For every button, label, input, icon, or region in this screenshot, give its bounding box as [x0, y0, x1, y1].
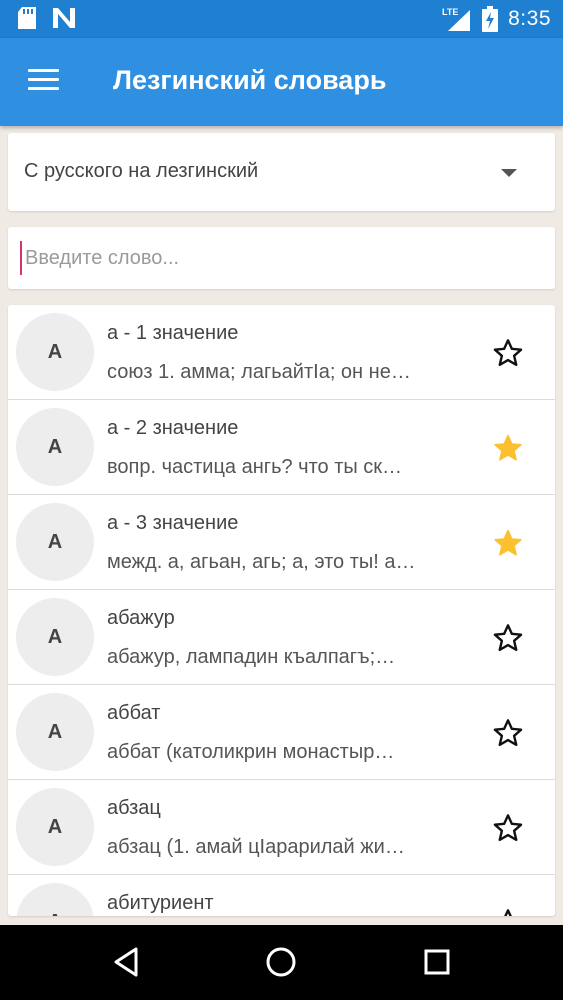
- battery-charging-icon: [482, 6, 499, 32]
- entry-word: аббат: [107, 702, 161, 724]
- list-item[interactable]: А а - 3 значение межд. а, агьан, агь; а,…: [8, 495, 555, 590]
- entry-definition: аббат (католикрин монастыр…: [107, 741, 395, 763]
- star-outline-icon[interactable]: [492, 337, 524, 369]
- entry-word: а - 3 значение: [107, 512, 239, 534]
- dropdown-caret-icon: [501, 169, 517, 177]
- search-box: [8, 227, 555, 289]
- avatar: А: [16, 503, 94, 581]
- list-item[interactable]: А абитуриент: [8, 875, 555, 916]
- entry-definition: союз 1. амма; лагьайтIа; он не…: [107, 361, 411, 383]
- word-list: А а - 1 значение союз 1. амма; лагьайтIа…: [8, 305, 555, 916]
- avatar: А: [16, 883, 94, 916]
- navigation-bar: [0, 925, 563, 1000]
- sd-card-icon: [18, 7, 36, 29]
- entry-definition: абажур, лампадин къалпагъ;…: [107, 646, 396, 668]
- star-outline-icon[interactable]: [492, 622, 524, 654]
- star-outline-icon[interactable]: [492, 812, 524, 844]
- entry-word: а - 1 значение: [107, 322, 239, 344]
- list-item[interactable]: А а - 2 значение вопр. частица ангь? что…: [8, 400, 555, 495]
- avatar: А: [16, 693, 94, 771]
- star-outline-icon[interactable]: [492, 717, 524, 749]
- app-title: Лезгинский словарь: [113, 65, 387, 95]
- list-item[interactable]: А абажур абажур, лампадин къалпагъ;…: [8, 590, 555, 685]
- avatar: А: [16, 313, 94, 391]
- star-filled-icon[interactable]: [492, 432, 524, 464]
- list-item[interactable]: А аббат аббат (католикрин монастыр…: [8, 685, 555, 780]
- entry-word: абажур: [107, 607, 175, 629]
- direction-selected-value: С русского на лезгинский: [24, 160, 259, 182]
- app-bar: Лезгинский словарь: [0, 38, 563, 126]
- svg-text:LTE: LTE: [442, 7, 458, 17]
- avatar: А: [16, 408, 94, 486]
- recents-square-icon[interactable]: [423, 946, 451, 978]
- lte-signal-icon: LTE: [442, 7, 471, 31]
- search-input[interactable]: [20, 241, 530, 275]
- home-circle-icon[interactable]: [265, 946, 297, 978]
- direction-dropdown[interactable]: С русского на лезгинский: [8, 133, 555, 211]
- status-bar: LTE 8:35: [0, 0, 563, 38]
- list-item[interactable]: А абзац абзац (1. амай цIарарилай жи…: [8, 780, 555, 875]
- star-outline-icon[interactable]: [492, 907, 524, 916]
- list-item[interactable]: А а - 1 значение союз 1. амма; лагьайтIа…: [8, 305, 555, 400]
- entry-definition: вопр. частица ангь? что ты ск…: [107, 456, 403, 478]
- entry-word: а - 2 значение: [107, 417, 239, 439]
- star-filled-icon[interactable]: [492, 527, 524, 559]
- entry-definition: межд. а, агьан, агь; а, это ты! а…: [107, 551, 416, 573]
- avatar: А: [16, 598, 94, 676]
- n-app-icon: [53, 8, 75, 28]
- status-time: 8:35: [508, 7, 551, 30]
- avatar: А: [16, 788, 94, 866]
- entry-word: абзац: [107, 797, 161, 819]
- hamburger-menu-icon[interactable]: [28, 69, 60, 95]
- entry-definition: абзац (1. амай цIарарилай жи…: [107, 836, 405, 858]
- back-triangle-icon[interactable]: [112, 946, 140, 978]
- entry-word: абитуриент: [107, 892, 214, 914]
